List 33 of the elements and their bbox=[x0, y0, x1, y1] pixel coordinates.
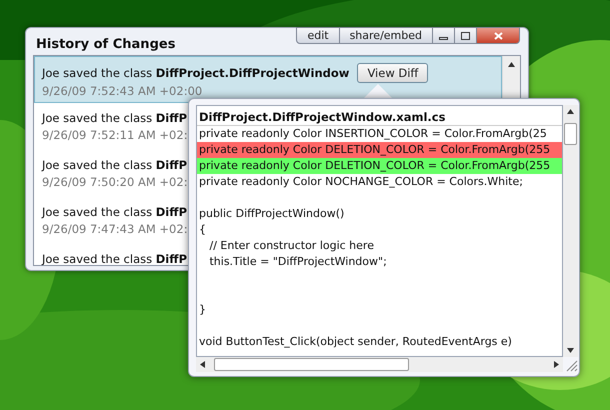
scroll-up-icon[interactable] bbox=[567, 109, 574, 114]
history-time: 9/26/09 7:52:43 AM +02:00 bbox=[42, 83, 202, 100]
vertical-scrollbar[interactable] bbox=[563, 105, 578, 357]
window-title: History of Changes bbox=[36, 36, 176, 54]
code-line: void ButtonTest_Click(object sender, RoutedEventArgs e) bbox=[198, 334, 513, 350]
close-icon bbox=[494, 32, 502, 40]
history-text: Joe saved the class DiffP bbox=[42, 204, 187, 221]
code-line: public DiffProjectWindow() bbox=[198, 206, 346, 222]
history-time: 9/26/09 7:47:43 AM +02: bbox=[42, 221, 188, 238]
scroll-left-icon[interactable] bbox=[200, 361, 205, 368]
history-text: Joe saved the class DiffP bbox=[42, 157, 187, 174]
toolbar-button[interactable]: share/embed bbox=[340, 28, 433, 43]
history-time: 9/26/09 7:52:11 AM +02: bbox=[42, 127, 188, 144]
code-line: this.Title = "DiffProjectWindow"; bbox=[208, 254, 388, 270]
code-line: private readonly Color INSERTION_COLOR = Color.FromArgb(25 bbox=[198, 126, 548, 142]
history-item[interactable]: Joe saved the class DiffProject.DiffProjectWindow View Diff 9/26/09 7:52:43 AM +02:00 bbox=[34, 56, 502, 103]
history-text: Joe saved the class DiffProject.DiffProjectWindow bbox=[42, 64, 350, 82]
close-button[interactable] bbox=[477, 28, 519, 43]
code-line: // Enter constructor logic here bbox=[208, 238, 375, 254]
view-diff-button[interactable]: View Diff bbox=[357, 63, 428, 83]
history-time: 9/26/09 7:50:20 AM +02: bbox=[42, 174, 188, 191]
code-line: { bbox=[198, 222, 207, 238]
scroll-right-icon[interactable] bbox=[554, 361, 559, 368]
scroll-thumb[interactable] bbox=[564, 123, 577, 145]
scroll-thumb[interactable] bbox=[214, 358, 409, 371]
toolbar-button[interactable]: edit bbox=[297, 28, 340, 43]
scroll-down-icon[interactable] bbox=[567, 348, 574, 353]
scroll-up-icon[interactable] bbox=[508, 62, 515, 67]
horizontal-scrollbar[interactable] bbox=[196, 357, 563, 372]
code-line: private readonly Color NOCHANGE_COLOR = Colors.White; bbox=[198, 174, 524, 190]
history-text: Joe saved the class DiffP bbox=[42, 110, 187, 127]
code-line: } bbox=[198, 302, 207, 318]
diff-title: DiffProject.DiffProjectWindow.xaml.cs bbox=[197, 106, 562, 126]
